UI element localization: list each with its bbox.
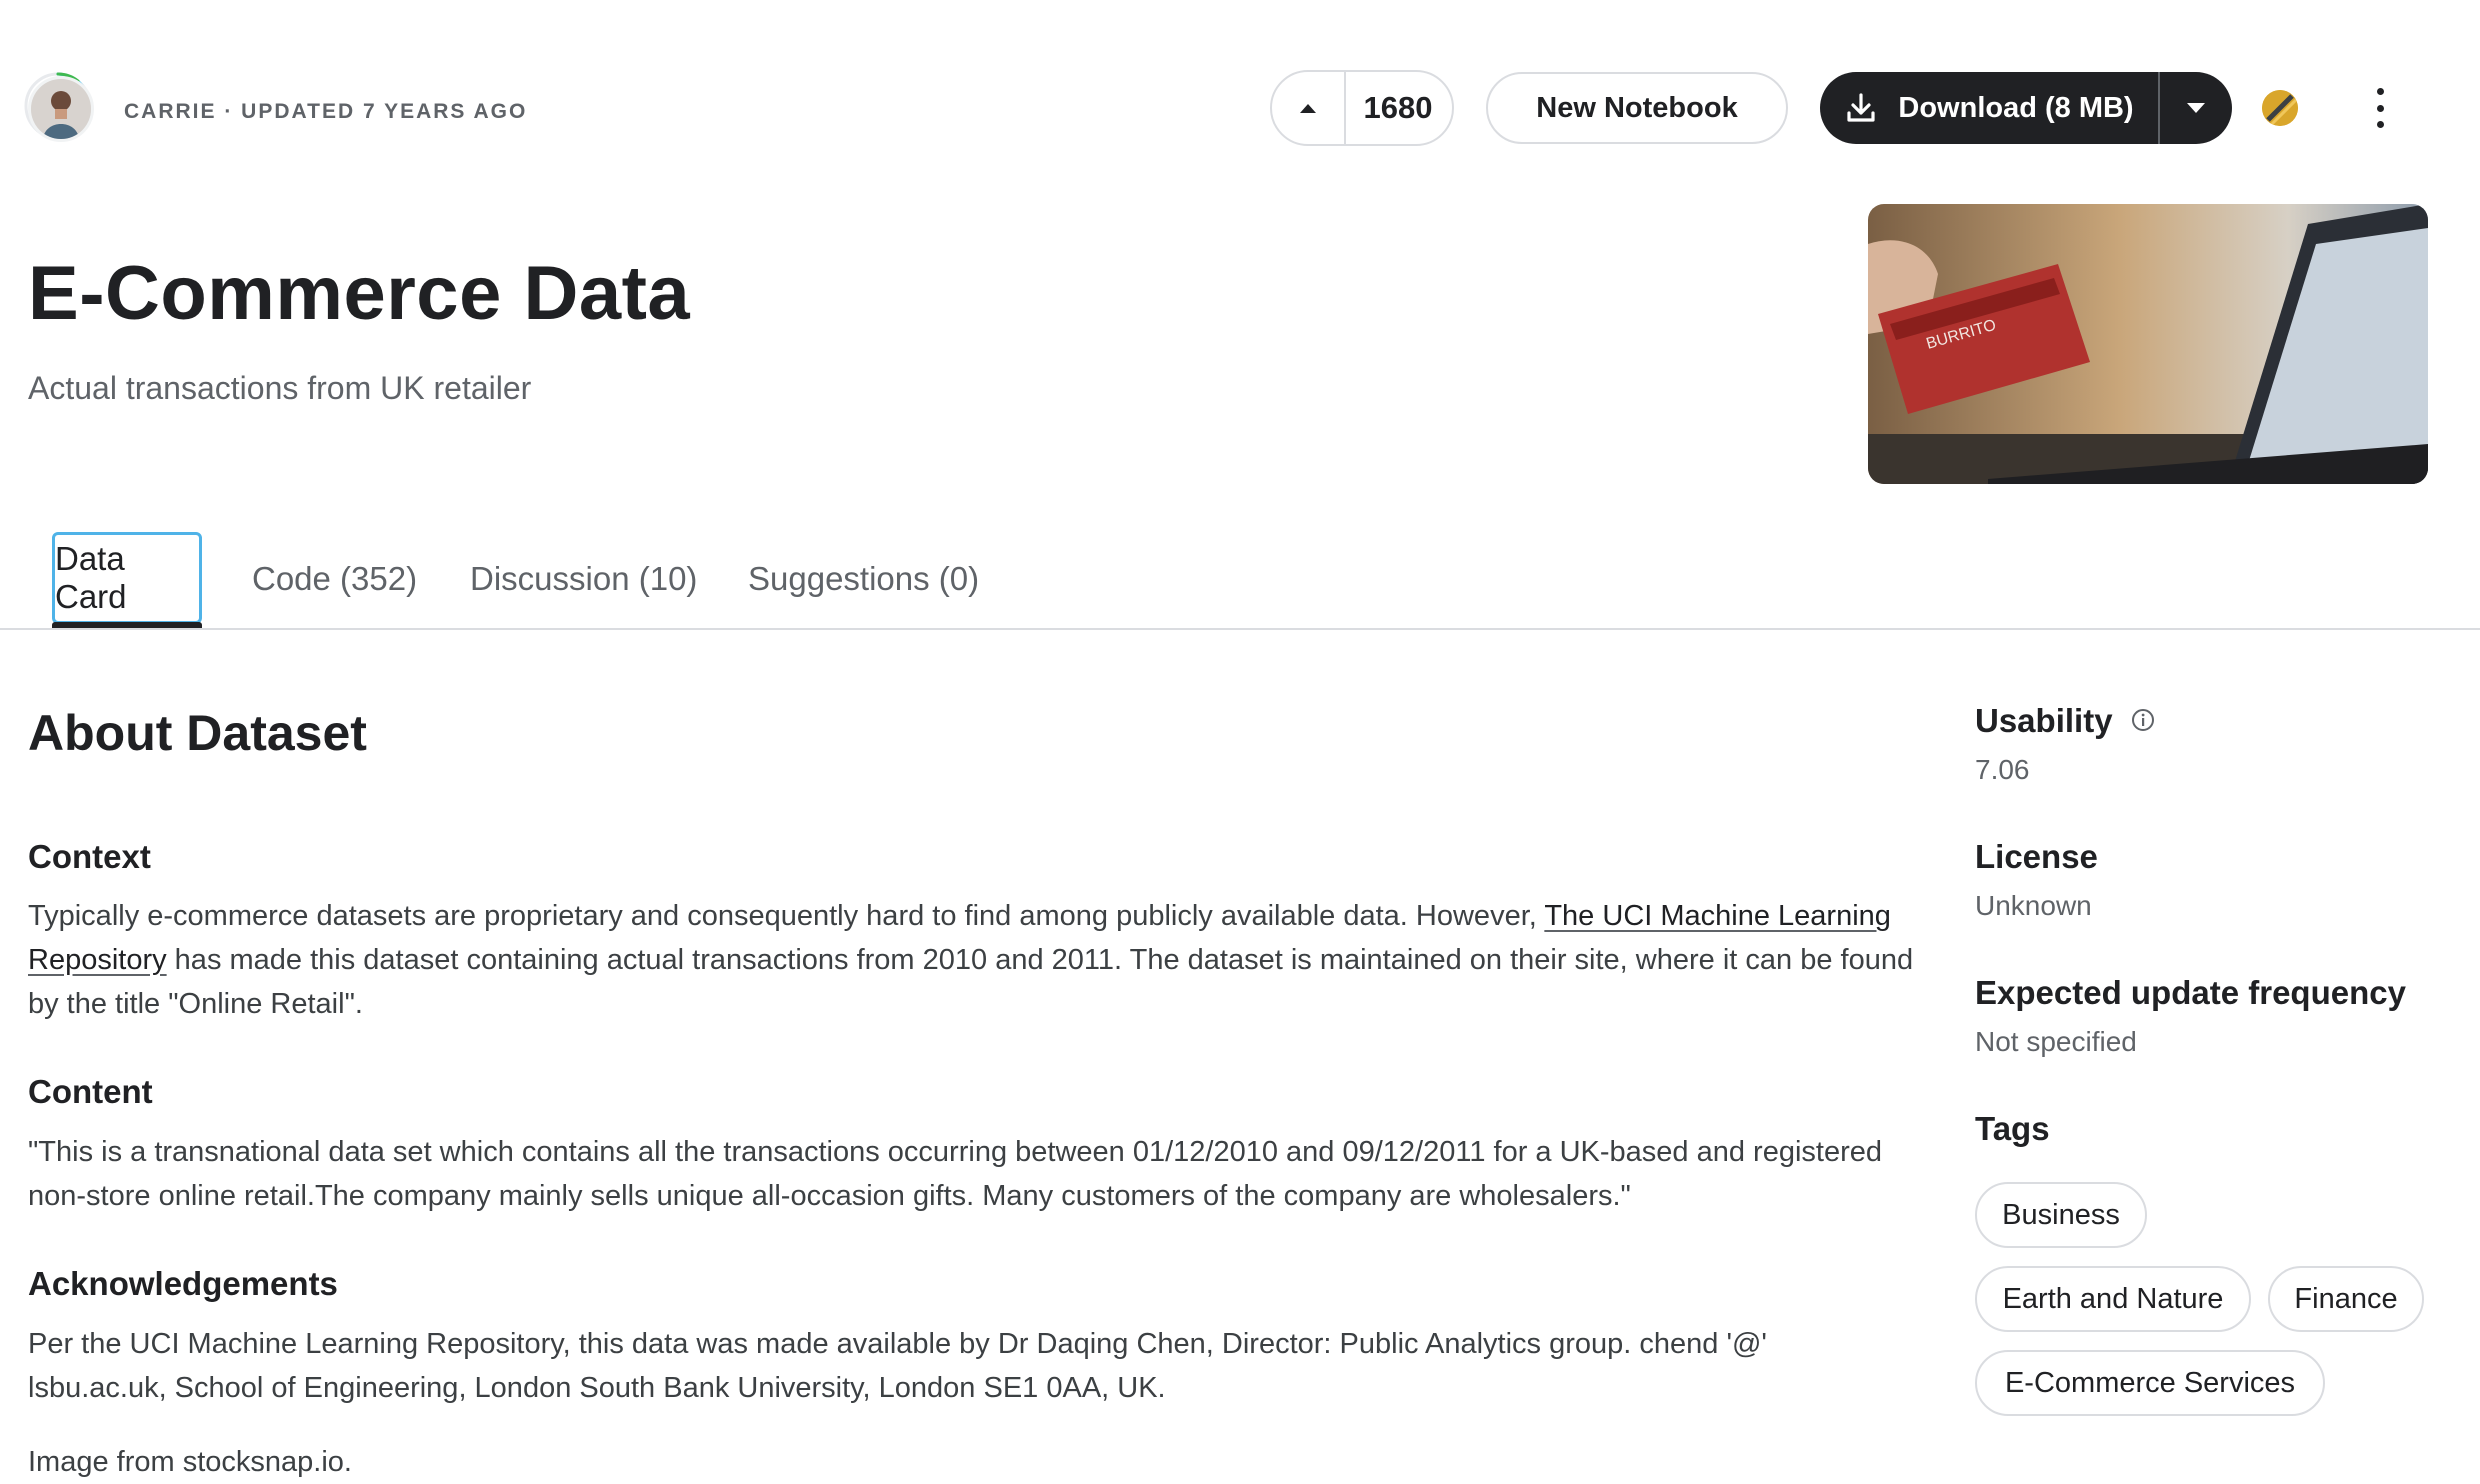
upvote-button[interactable] — [1272, 72, 1346, 144]
usability-value: 7.06 — [1975, 754, 2030, 785]
download-button[interactable]: Download (8 MB) — [1820, 72, 2158, 144]
acknowledgements-paragraph: Per the UCI Machine Learning Repository,… — [28, 1328, 1767, 1404]
context-heading: Context — [28, 838, 151, 875]
upvote-control: 1680 — [1270, 70, 1454, 146]
update-frequency-value: Not specified — [1975, 1026, 2137, 1057]
active-tab-indicator — [52, 622, 202, 628]
download-options-button[interactable] — [2160, 72, 2232, 144]
context-text-before: Typically e-commerce datasets are propri… — [28, 900, 1545, 932]
about-heading: About Dataset — [28, 705, 367, 761]
medal-icon — [2262, 90, 2298, 126]
context-paragraph: Typically e-commerce datasets are propri… — [28, 894, 1948, 1026]
download-split-button: Download (8 MB) — [1820, 72, 2232, 144]
chevron-down-icon — [2187, 103, 2205, 113]
tag-chip-e-commerce-services[interactable]: E-Commerce Services — [1975, 1350, 2325, 1416]
dataset-subtitle: Actual transactions from UK retailer — [28, 370, 532, 406]
image-credit: Image from stocksnap.io. — [28, 1446, 352, 1478]
content-paragraph: "This is a transnational data set which … — [28, 1136, 1883, 1212]
vote-count: 1680 — [1363, 90, 1433, 125]
update-frequency-label: Expected update frequency — [1975, 974, 2406, 1011]
tab-suggestions[interactable]: Suggestions (0) — [748, 560, 979, 598]
tab-discussion[interactable]: Discussion (10) — [470, 560, 697, 598]
tab-code[interactable]: Code (352) — [252, 560, 417, 598]
content-heading: Content — [28, 1073, 153, 1110]
tag-chip-earth-and-nature[interactable]: Earth and Nature — [1975, 1266, 2251, 1332]
download-label: Download (8 MB) — [1898, 91, 2134, 124]
new-notebook-button[interactable]: New Notebook — [1486, 72, 1788, 144]
owner-updated-line: CARRIE · UPDATED 7 YEARS AGO — [124, 100, 528, 123]
tags-label: Tags — [1975, 1110, 2050, 1147]
info-icon[interactable] — [2130, 707, 2156, 733]
license-label: License — [1975, 838, 2098, 875]
tag-chip-business[interactable]: Business — [1975, 1182, 2147, 1248]
tab-data-card[interactable]: Data Card — [52, 532, 202, 624]
avatar[interactable] — [28, 76, 94, 142]
dataset-cover-image: BURRITO — [1868, 204, 2428, 484]
usability-label: Usability — [1975, 702, 2113, 739]
license-value: Unknown — [1975, 890, 2092, 921]
tab-bar: Data Card Code (352) Discussion (10) Sug… — [0, 530, 2480, 630]
download-icon — [1847, 93, 1875, 122]
arrow-up-icon — [1300, 104, 1316, 113]
context-text-after: has made this dataset containing actual … — [28, 944, 1914, 1020]
tag-chip-finance[interactable]: Finance — [2268, 1266, 2424, 1332]
acknowledgements-heading: Acknowledgements — [28, 1265, 338, 1302]
dataset-title: E-Commerce Data — [28, 251, 691, 336]
more-vert-icon[interactable] — [2362, 84, 2398, 132]
